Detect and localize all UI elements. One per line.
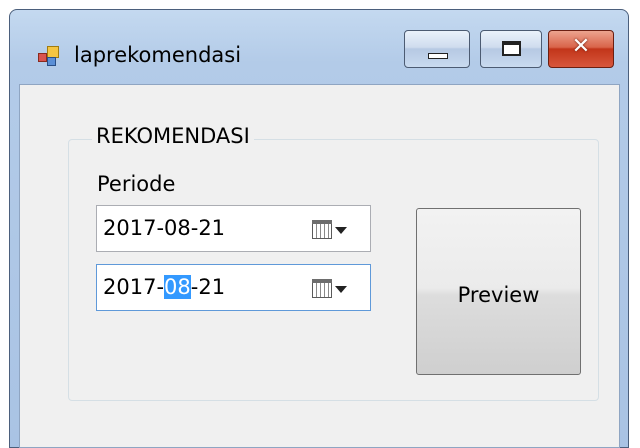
date-picker-to[interactable]: 2017-08-21: [96, 264, 371, 311]
window-title: laprekomendasi: [74, 43, 242, 67]
close-icon: ✕: [571, 34, 591, 59]
date-to-value[interactable]: 2017-08-21: [103, 275, 225, 299]
date-to-day: -21: [190, 275, 226, 299]
date-picker-from[interactable]: 2017-08-21: [96, 205, 371, 252]
calendar-icon[interactable]: [312, 279, 332, 298]
minimize-button[interactable]: [404, 30, 470, 68]
maximize-icon: [502, 41, 521, 56]
calendar-icon[interactable]: [312, 220, 332, 239]
minimize-icon: [428, 53, 448, 59]
date-from-value[interactable]: 2017-08-21: [103, 216, 225, 240]
preview-button[interactable]: Preview: [416, 208, 581, 375]
date-to-month-selected[interactable]: 08: [164, 275, 191, 299]
date-to-year: 2017-: [103, 275, 165, 299]
chevron-down-icon[interactable]: [335, 227, 347, 234]
app-icon: [38, 46, 60, 68]
group-box-title: REKOMENDASI: [92, 124, 254, 148]
preview-button-label: Preview: [457, 283, 540, 307]
close-button[interactable]: ✕: [548, 30, 614, 68]
title-bar[interactable]: laprekomendasi ✕: [10, 10, 628, 86]
chevron-down-icon[interactable]: [335, 286, 347, 293]
maximize-button[interactable]: [480, 30, 542, 68]
period-label: Periode: [97, 172, 176, 196]
